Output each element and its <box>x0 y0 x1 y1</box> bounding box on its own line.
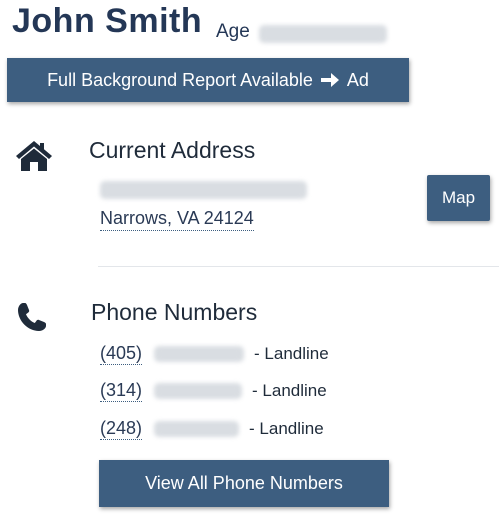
phone-number-redacted <box>154 421 240 437</box>
arrow-right-icon <box>320 72 339 88</box>
person-name: John Smith <box>12 2 203 40</box>
age-value-redacted <box>259 25 387 43</box>
section-divider <box>98 266 499 267</box>
home-icon <box>15 140 53 177</box>
map-button[interactable]: Map <box>427 175 490 221</box>
phone-row: (314) - Landline <box>100 378 327 404</box>
ad-label: Ad <box>346 69 369 90</box>
phone-row: (405) - Landline <box>100 341 329 367</box>
phone-number-redacted <box>154 346 245 362</box>
phone-number-redacted <box>154 383 243 399</box>
phone-icon <box>16 301 48 338</box>
phone-area-code-link[interactable]: (405) <box>100 343 143 365</box>
phone-area-code-link[interactable]: (248) <box>100 418 143 440</box>
age-label: Age <box>216 21 250 42</box>
phone-row: (248) - Landline <box>100 416 324 442</box>
background-report-button[interactable]: Full Background Report Available Ad <box>7 58 409 102</box>
background-report-label: Full Background Report Available <box>47 69 313 90</box>
view-all-phones-button[interactable]: View All Phone Numbers <box>99 460 389 507</box>
phone-area-code-link[interactable]: (314) <box>100 380 143 402</box>
phone-type: - Landline <box>254 344 329 363</box>
street-address-redacted <box>100 181 307 199</box>
phone-type: - Landline <box>249 419 324 438</box>
address-section-title: Current Address <box>89 137 256 163</box>
phone-section-title: Phone Numbers <box>91 299 258 325</box>
city-state-zip-link[interactable]: Narrows, VA 24124 <box>100 208 254 231</box>
phone-type: - Landline <box>252 381 327 400</box>
